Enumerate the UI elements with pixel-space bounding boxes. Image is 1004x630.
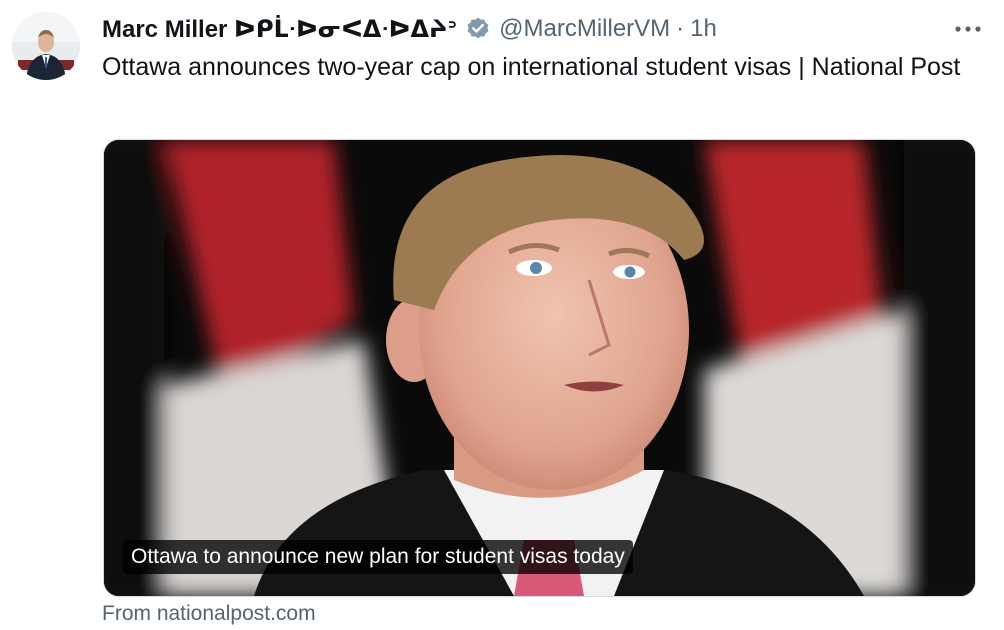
card-caption: Ottawa to announce new plan for student … xyxy=(123,540,633,574)
link-card[interactable]: Ottawa to announce new plan for student … xyxy=(103,139,976,597)
tweet-header: Marc Miller ᐅᑭᒫᐧᐅᓂᐸᐃᐧᐅᐃᔨᐣ @MarcMillerVM … xyxy=(102,10,964,48)
tweet-text: Ottawa announces two-year cap on interna… xyxy=(102,53,961,81)
avatar-image xyxy=(12,12,80,80)
verified-badge-icon[interactable] xyxy=(465,16,491,42)
separator-dot: · xyxy=(676,15,685,42)
timestamp[interactable]: 1h xyxy=(690,15,717,43)
more-horizontal-icon xyxy=(955,26,981,32)
more-options-button[interactable] xyxy=(950,14,986,44)
card-image xyxy=(104,140,975,596)
avatar[interactable] xyxy=(12,12,80,80)
author-name[interactable]: Marc Miller ᐅᑭᒫᐧᐅᓂᐸᐃᐧᐅᐃᔨᐣ xyxy=(102,15,457,44)
author-handle[interactable]: @MarcMillerVM xyxy=(499,15,670,43)
card-source-link[interactable]: From nationalpost.com xyxy=(102,602,316,626)
